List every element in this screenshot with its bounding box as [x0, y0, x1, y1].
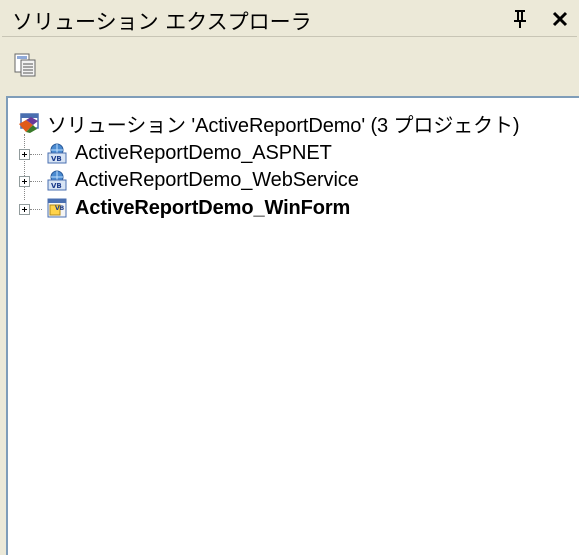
tree-line — [24, 134, 26, 200]
vb-web-project-icon: VB — [46, 142, 68, 164]
tree-line — [30, 181, 42, 183]
project-node-winform[interactable]: VB ActiveReportDemo_WinForm — [46, 195, 350, 221]
project-label: ActiveReportDemo_WinForm — [75, 196, 351, 219]
solution-explorer-window: ソリューション エクスプローラ ソリューション 'ActiveReportDem… — [0, 0, 579, 555]
window-title: ソリューション エクスプローラ — [12, 10, 312, 34]
title-buttons — [509, 5, 571, 33]
solution-tree[interactable]: ソリューション 'ActiveReportDemo' (3 プロジェクト) VB… — [6, 96, 579, 555]
close-icon[interactable] — [549, 6, 571, 32]
svg-text:VB: VB — [55, 205, 65, 212]
project-label: ActiveReportDemo_WebService — [75, 168, 359, 191]
solution-label: ソリューション 'ActiveReportDemo' (3 プロジェクト) — [47, 114, 520, 137]
tree-line — [30, 154, 42, 156]
project-label: ActiveReportDemo_ASPNET — [75, 141, 332, 164]
vb-winform-project-icon: VB — [46, 197, 68, 219]
vb-web-project-icon: VB — [46, 169, 68, 191]
expand-toggle[interactable] — [19, 149, 30, 160]
pushpin-icon[interactable] — [509, 6, 531, 32]
project-node-aspnet[interactable]: VB ActiveReportDemo_ASPNET — [46, 140, 332, 166]
properties-icon[interactable] — [10, 48, 40, 82]
svg-text:VB: VB — [51, 155, 62, 163]
tree-line — [30, 209, 42, 211]
project-node-webservice[interactable]: VB ActiveReportDemo_WebService — [46, 167, 359, 193]
toolbar — [2, 38, 577, 95]
expand-toggle[interactable] — [19, 204, 30, 215]
title-bar[interactable]: ソリューション エクスプローラ — [2, 1, 577, 37]
expand-toggle[interactable] — [19, 176, 30, 187]
solution-node[interactable]: ソリューション 'ActiveReportDemo' (3 プロジェクト) — [18, 110, 520, 137]
svg-text:VB: VB — [51, 182, 62, 190]
solution-icon — [18, 112, 40, 134]
